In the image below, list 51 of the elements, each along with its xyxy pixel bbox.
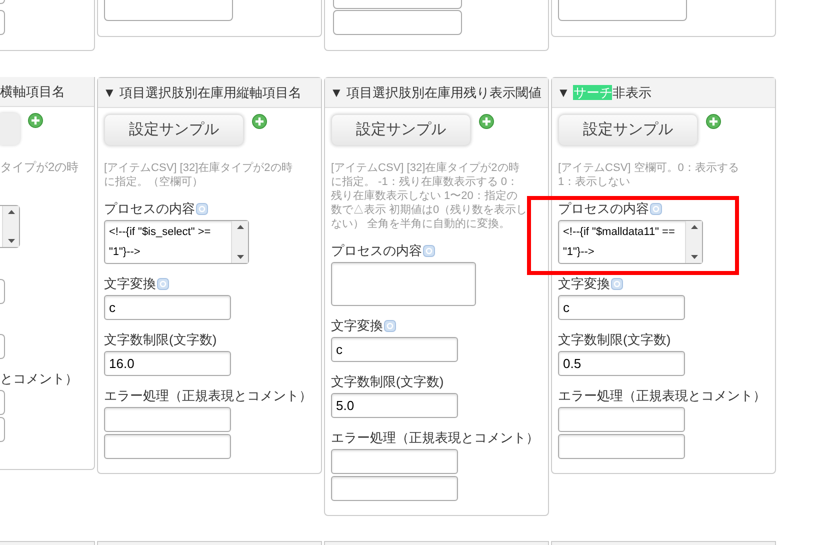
panel-title: ▼ 項目選択肢別在庫用残り表示閾値 [330, 84, 542, 102]
field-label: 文字変換 [558, 276, 610, 292]
description: [アイテムCSV] [32]在庫タイプが2の時に指定。（空欄可） [104, 161, 294, 189]
description: タイプが2の時 [0, 160, 79, 174]
arrow-up-icon[interactable] [236, 225, 244, 229]
help-icon[interactable] [423, 245, 435, 257]
description: [アイテムCSV] 空欄可。0：表示する 1：表示しない [558, 161, 740, 189]
help-icon[interactable] [611, 278, 623, 290]
panel-title: ▼ 項目選択肢別在庫用縦軸項目名 [103, 84, 302, 102]
help-icon[interactable] [650, 203, 662, 215]
arrow-down-icon[interactable] [236, 255, 244, 259]
scrollbar[interactable] [231, 221, 248, 263]
input-field[interactable]: c [104, 295, 231, 320]
field-label: エラー処理（正規表現とコメント） [558, 388, 766, 404]
field-label: 文字変換 [104, 276, 156, 292]
add-icon[interactable] [28, 113, 43, 128]
sample-button[interactable]: 設定サンプル [331, 114, 471, 146]
help-icon[interactable] [384, 320, 396, 332]
textarea-field[interactable]: <!--{if "$is_select" >= "1"}--> [104, 220, 249, 264]
sample-button[interactable]: 設定サンプル [104, 114, 244, 146]
field-label: プロセスの内容 [331, 243, 422, 259]
field-label: 文字数制限(文字数) [104, 332, 217, 348]
input-field[interactable]: c [331, 337, 458, 362]
field-label: プロセスの内容 [104, 201, 195, 217]
field-label: 文字数制限(文字数) [558, 332, 671, 348]
arrow-down-icon[interactable] [8, 239, 14, 243]
input-field[interactable]: 16.0 [104, 351, 231, 376]
textarea-field[interactable]: <!--{if "$malldata11" == "1"}--> [558, 220, 703, 264]
help-icon[interactable] [157, 278, 169, 290]
add-icon[interactable] [252, 114, 267, 129]
field-label: 文字数制限(文字数) [331, 374, 444, 390]
field-label: エラー処理（正規表現とコメント） [104, 388, 312, 404]
panel-title: 横軸項目名 [0, 82, 65, 101]
panel-title: ▼ サーチ非表示 [557, 84, 652, 102]
scrollbar[interactable] [685, 221, 702, 263]
arrow-up-icon[interactable] [690, 225, 698, 229]
field-label: 文字変換 [331, 318, 383, 334]
textarea-field[interactable] [331, 262, 476, 306]
arrow-up-icon[interactable] [8, 210, 14, 214]
sample-button[interactable]: 設定サンプル [558, 114, 698, 146]
arrow-down-icon[interactable] [690, 255, 698, 259]
field-label: とコメント） [0, 371, 78, 387]
add-icon[interactable] [706, 114, 721, 129]
field-label: プロセスの内容 [558, 201, 649, 217]
input-field[interactable]: 5.0 [331, 393, 458, 418]
input-field[interactable]: c [558, 295, 685, 320]
description: [アイテムCSV] [32]在庫タイプが2の時に指定。 -1：残り在庫数表示する 0：残り在庫数表示しない 1〜20：指定の数で△表示 初期値は0（残り数を表示しない） 全角を半角に自動的に変換。 [331, 161, 528, 231]
help-icon[interactable] [196, 203, 208, 215]
field-label: エラー処理（正規表現とコメント） [331, 430, 539, 446]
input-field[interactable]: 0.5 [558, 351, 685, 376]
add-icon[interactable] [479, 114, 494, 129]
